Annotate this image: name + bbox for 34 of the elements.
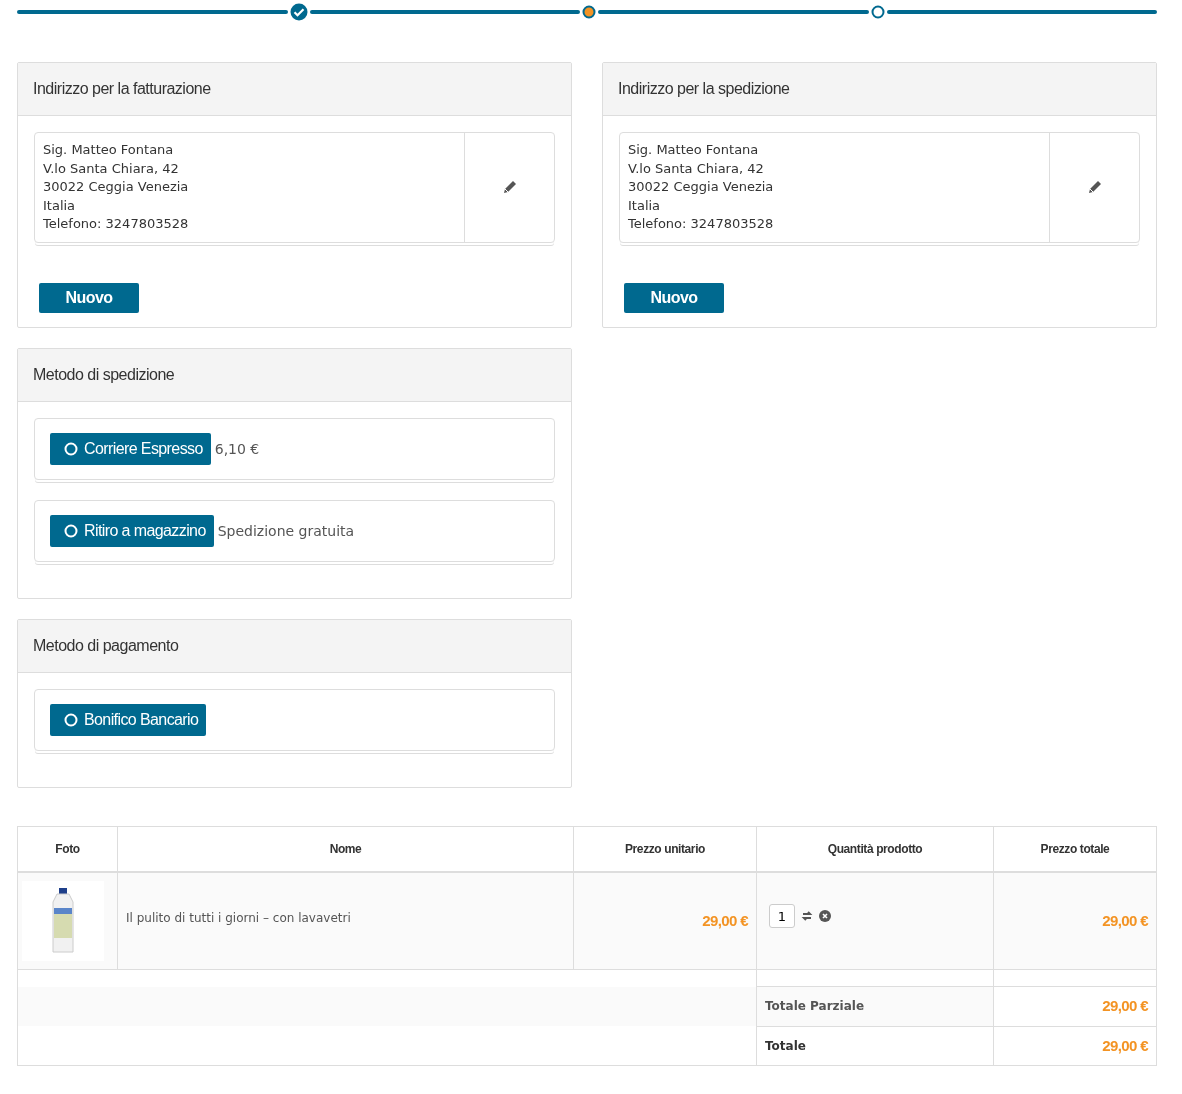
address-line: 30022 Ceggia Venezia xyxy=(43,178,190,196)
address-line: V.lo Santa Chiara, 42 xyxy=(628,159,765,178)
new-button[interactable]: Nuovo xyxy=(624,282,724,313)
summary-label: Totale Parziale xyxy=(756,986,994,1026)
address-line: Italia xyxy=(628,196,662,215)
radio-button[interactable]: Ritiro a magazzino xyxy=(50,515,214,547)
option-note: 6,10 € xyxy=(214,439,260,459)
panel-title: Indirizzo per la spedizione xyxy=(603,63,1156,116)
summary-value: 29,00 € xyxy=(993,986,1157,1026)
address-line: Telefono: 3247803528 xyxy=(43,215,190,233)
price-cell: 29,00 € xyxy=(573,872,757,970)
new-button[interactable]: Nuovo xyxy=(39,282,139,313)
summary-label: Totale xyxy=(756,1026,994,1066)
address-line: Sig. Matteo Fontana xyxy=(43,141,175,159)
address-line: Telefono: 3247803528 xyxy=(628,215,775,233)
pencil-icon[interactable] xyxy=(502,180,517,195)
panel-title: Metodo di spedizione xyxy=(18,349,571,402)
radio-button[interactable]: Corriere Espresso xyxy=(50,433,211,465)
option-note: Spedizione gratuita xyxy=(217,521,355,541)
panel-title: Metodo di pagamento xyxy=(18,620,571,673)
address-line: Sig. Matteo Fontana xyxy=(628,141,760,159)
address-line: Italia xyxy=(43,196,77,215)
bottle-drawing xyxy=(51,888,75,954)
product-name: Il pulito di tutti i giorni – con lavavetri xyxy=(117,872,574,970)
panel-title: Indirizzo per la fatturazione xyxy=(18,63,571,116)
address-line: V.lo Santa Chiara, 42 xyxy=(43,159,180,178)
address-line: 30022 Ceggia Venezia xyxy=(628,178,775,196)
refresh-icon[interactable] xyxy=(801,910,813,922)
price-cell: 29,00 € xyxy=(993,872,1157,970)
quantity-field[interactable]: 1 xyxy=(769,904,795,928)
pencil-icon[interactable] xyxy=(1087,180,1102,195)
radio-button[interactable]: Bonifico Bancario xyxy=(50,704,207,736)
summary-value: 29,00 € xyxy=(993,1026,1157,1066)
remove-icon[interactable] xyxy=(819,910,831,922)
